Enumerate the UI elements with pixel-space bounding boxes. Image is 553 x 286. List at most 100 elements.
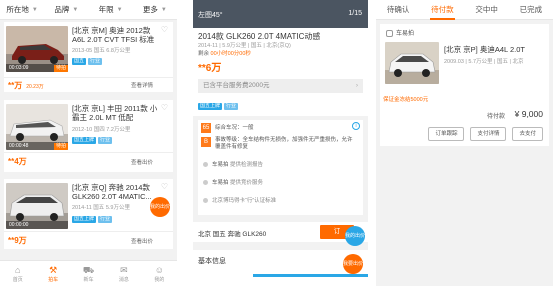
tag: 行业 [98, 137, 113, 144]
filter-more[interactable]: 更多 ▼ [133, 4, 177, 15]
car-thumbnail [385, 42, 439, 84]
detail-summary: 2014款 GLK260 2.0T 4MATIC动感 2014-11 | 5.9… [193, 28, 368, 116]
pay-button[interactable]: 去支付 [512, 127, 543, 141]
view-bid-link[interactable]: 查看出价 [131, 237, 153, 245]
view-bid-link[interactable]: 查看出价 [131, 158, 153, 166]
heart-icon[interactable]: ♡ [161, 25, 168, 34]
status-badge: 待拍 [53, 65, 68, 72]
filter-year[interactable]: 年限 ▼ [89, 4, 133, 15]
order-tabs: 待确认 待付款 交中中 已完成 [376, 0, 553, 20]
service-fee-row[interactable]: 已含平台服务费2000元 › [198, 79, 363, 93]
car-thumbnail: 00:00:00 [6, 183, 68, 229]
nav-label: 首页 [12, 276, 23, 283]
filter-label: 所在地 [6, 5, 29, 14]
service-item[interactable]: 车易拍 提供竞价服务 [203, 178, 263, 186]
tag: 行业 [224, 103, 239, 110]
home-icon: ⌂ [14, 264, 21, 275]
service-provider: 车易拍 [212, 162, 229, 168]
price-extra: 20.23万 [26, 84, 44, 90]
car-name-bar: 北京 国五 奔驰 GLK260 订 [193, 222, 368, 242]
basic-info-section: 基本信息 [193, 250, 368, 286]
price: **4万 [8, 156, 27, 167]
heart-icon[interactable]: ♡ [161, 182, 168, 191]
payment-details-button[interactable]: 支付详情 [470, 127, 507, 141]
order-car-title: [北京 京P] 奥迪A4L 2.0T [444, 45, 525, 54]
tab-completed[interactable]: 已完成 [509, 0, 553, 19]
nav-auction[interactable]: ⚒ 拍车 [35, 261, 70, 286]
tag: 行业 [88, 58, 103, 65]
price-value: **万 [8, 81, 23, 90]
filter-label: 年限 [98, 5, 114, 14]
filter-label: 更多 [142, 5, 158, 14]
status-badge: 待拍 [53, 143, 68, 150]
chevron-right-icon: › [355, 82, 358, 89]
tag: 国五 [72, 58, 87, 65]
countdown: 剩余 00小时00分00秒 [198, 49, 251, 57]
caret-down-icon: ▼ [116, 6, 123, 13]
nav-home[interactable]: ⌂ 首页 [0, 261, 35, 286]
caret-down-icon: ▼ [31, 6, 38, 13]
filter-brand[interactable]: 品牌 ▼ [44, 4, 88, 15]
car-meta: 2014-11 国五 5.9万公里 [72, 205, 130, 211]
car-image [385, 42, 439, 84]
my-bids-button[interactable]: 我的出价 [150, 197, 170, 217]
car-title: [北京 京L] 丰田 2011款 小霸王 2.0L MT 低配 [72, 104, 158, 122]
accident-grade: B [201, 137, 211, 147]
auction-list-screen: 所在地 ▼ 品牌 ▼ 年限 ▼ 更多 ▼ 00:03:09 待拍 [北京 京M] 奥迪 … [0, 0, 177, 286]
service-item[interactable]: 北京博玛得卡“行”认证标准 [203, 196, 276, 204]
car-detail-screen: 左图45° 1/15 2014款 GLK260 2.0T 4MATIC动感 20… [193, 0, 368, 286]
accident-text: 事故等级：全车结构件无损伤，加强件无严重损伤，允许覆盖件有修复 [215, 137, 353, 150]
car-card[interactable]: 00:03:09 待拍 [北京 京M] 奥迪 2012款 A6L 2.0T CV… [4, 22, 173, 92]
view-details-link[interactable]: 查看详情 [131, 81, 153, 89]
orders-screen: 待确认 待付款 交中中 已完成 车易拍 [北京 京P] 奥迪A4L 2.0T 2… [376, 0, 553, 286]
price: **万 20.23万 [8, 80, 44, 91]
deposit-notice: 保证金冻结5000元 [383, 97, 429, 103]
place-bid-button[interactable]: 我要出价 [343, 254, 363, 274]
car-thumbnail: 00:03:09 待拍 [6, 26, 68, 72]
tag: 国五上牌 [198, 103, 223, 110]
tag: 行业 [98, 216, 113, 223]
nav-label: 拍车 [48, 276, 59, 283]
car-meta: 2012-10 国四 7.2万公里 [72, 127, 131, 133]
current-price: **6万 [198, 63, 222, 74]
progress-bar [253, 274, 368, 277]
overall-score: 65 [201, 123, 211, 133]
car-name: 北京 国五 奔驰 GLK260 [198, 231, 267, 238]
service-text: 提供竞价服务 [230, 180, 264, 186]
gavel-icon: ⚒ [49, 264, 58, 275]
price-value: **4万 [8, 157, 27, 166]
car-thumbnail: 00:00:48 待拍 [6, 104, 68, 150]
nav-label: 消息 [118, 276, 129, 283]
service-text: 北京博玛得卡“行”认证标准 [212, 198, 277, 204]
tab-in-transaction[interactable]: 交中中 [465, 0, 509, 19]
order-card[interactable]: 车易拍 [北京 京P] 奥迪A4L 2.0T 2009.03 | 5.7万公里 … [380, 24, 549, 146]
photo-gallery[interactable]: 左图45° 1/15 [193, 0, 368, 28]
tab-pending-confirm[interactable]: 待确认 [376, 0, 420, 19]
heart-icon[interactable]: ♡ [161, 103, 168, 112]
info-icon[interactable]: i [352, 122, 360, 130]
nav-profile[interactable]: ☺ 我的 [142, 261, 177, 286]
car-card[interactable]: 00:00:48 待拍 [北京 京L] 丰田 2011款 小霸王 2.0L MT… [4, 100, 173, 172]
tag: 国五上牌 [72, 216, 97, 223]
price: **9万 [8, 235, 27, 246]
service-item[interactable]: 车易拍 提供检测报告 [203, 160, 263, 168]
nav-messages[interactable]: ✉ 消息 [106, 261, 141, 286]
tab-pending-payment[interactable]: 待付款 [420, 0, 464, 20]
track-order-button[interactable]: 订单跟踪 [428, 127, 465, 141]
order-car-subtitle: 2009.03 | 5.7万公里 | 国五 | 北京 [444, 59, 524, 65]
bullet-icon [203, 198, 208, 204]
message-icon: ✉ [120, 264, 128, 275]
nav-label: 我的 [154, 276, 165, 283]
service-fee-text: 已含平台服务费2000元 [203, 82, 270, 89]
tag-list: 国五上牌 行业 [72, 134, 114, 144]
caret-down-icon: ▼ [72, 6, 79, 13]
car-title: [北京 京M] 奥迪 2012款 A6L 2.0T CVT TFSI 标准 [72, 26, 155, 44]
shop-label: 车易拍 [396, 31, 415, 37]
store-icon [386, 29, 393, 37]
filter-location[interactable]: 所在地 ▼ [0, 4, 44, 15]
tag-list: 国五上牌 行业 [198, 100, 240, 110]
car-card[interactable]: 00:00:00 [北京 京Q] 奔驰 2014款 GLK260 2.0T 4M… [4, 179, 173, 249]
nav-new-car[interactable]: ⛟ 新车 [71, 261, 106, 286]
my-bids-button[interactable]: 我的出价 [345, 226, 365, 246]
car-meta: 2013-05 国五 6.8万公里 [72, 48, 131, 54]
